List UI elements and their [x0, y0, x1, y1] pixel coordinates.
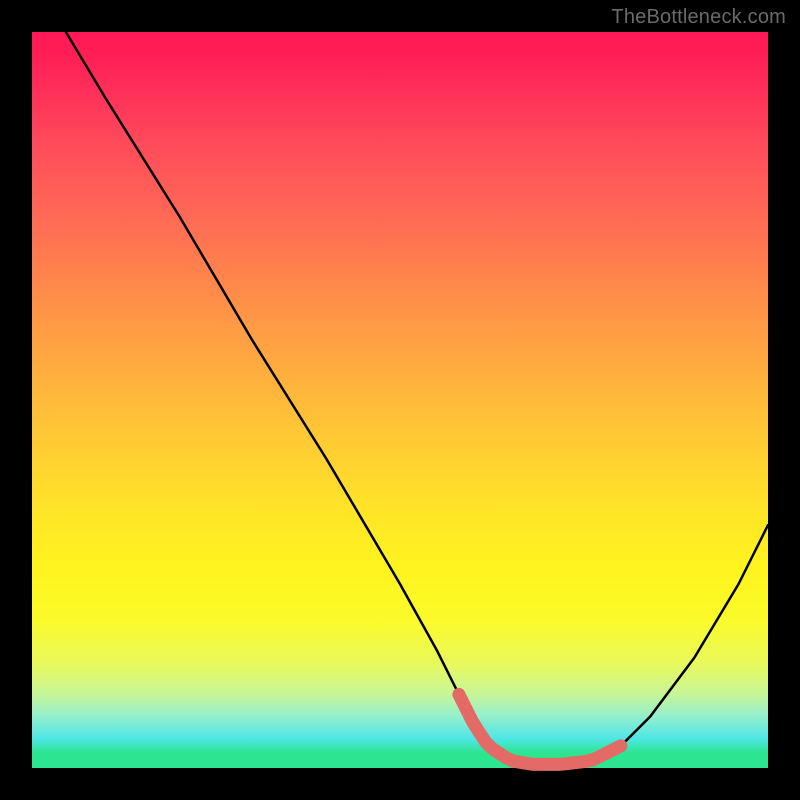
chart-container: TheBottleneck.com: [0, 0, 800, 800]
chart-lines: [32, 32, 768, 768]
attribution-text: TheBottleneck.com: [611, 6, 786, 29]
highlight-segment: [459, 694, 621, 764]
curve-line: [61, 25, 768, 765]
